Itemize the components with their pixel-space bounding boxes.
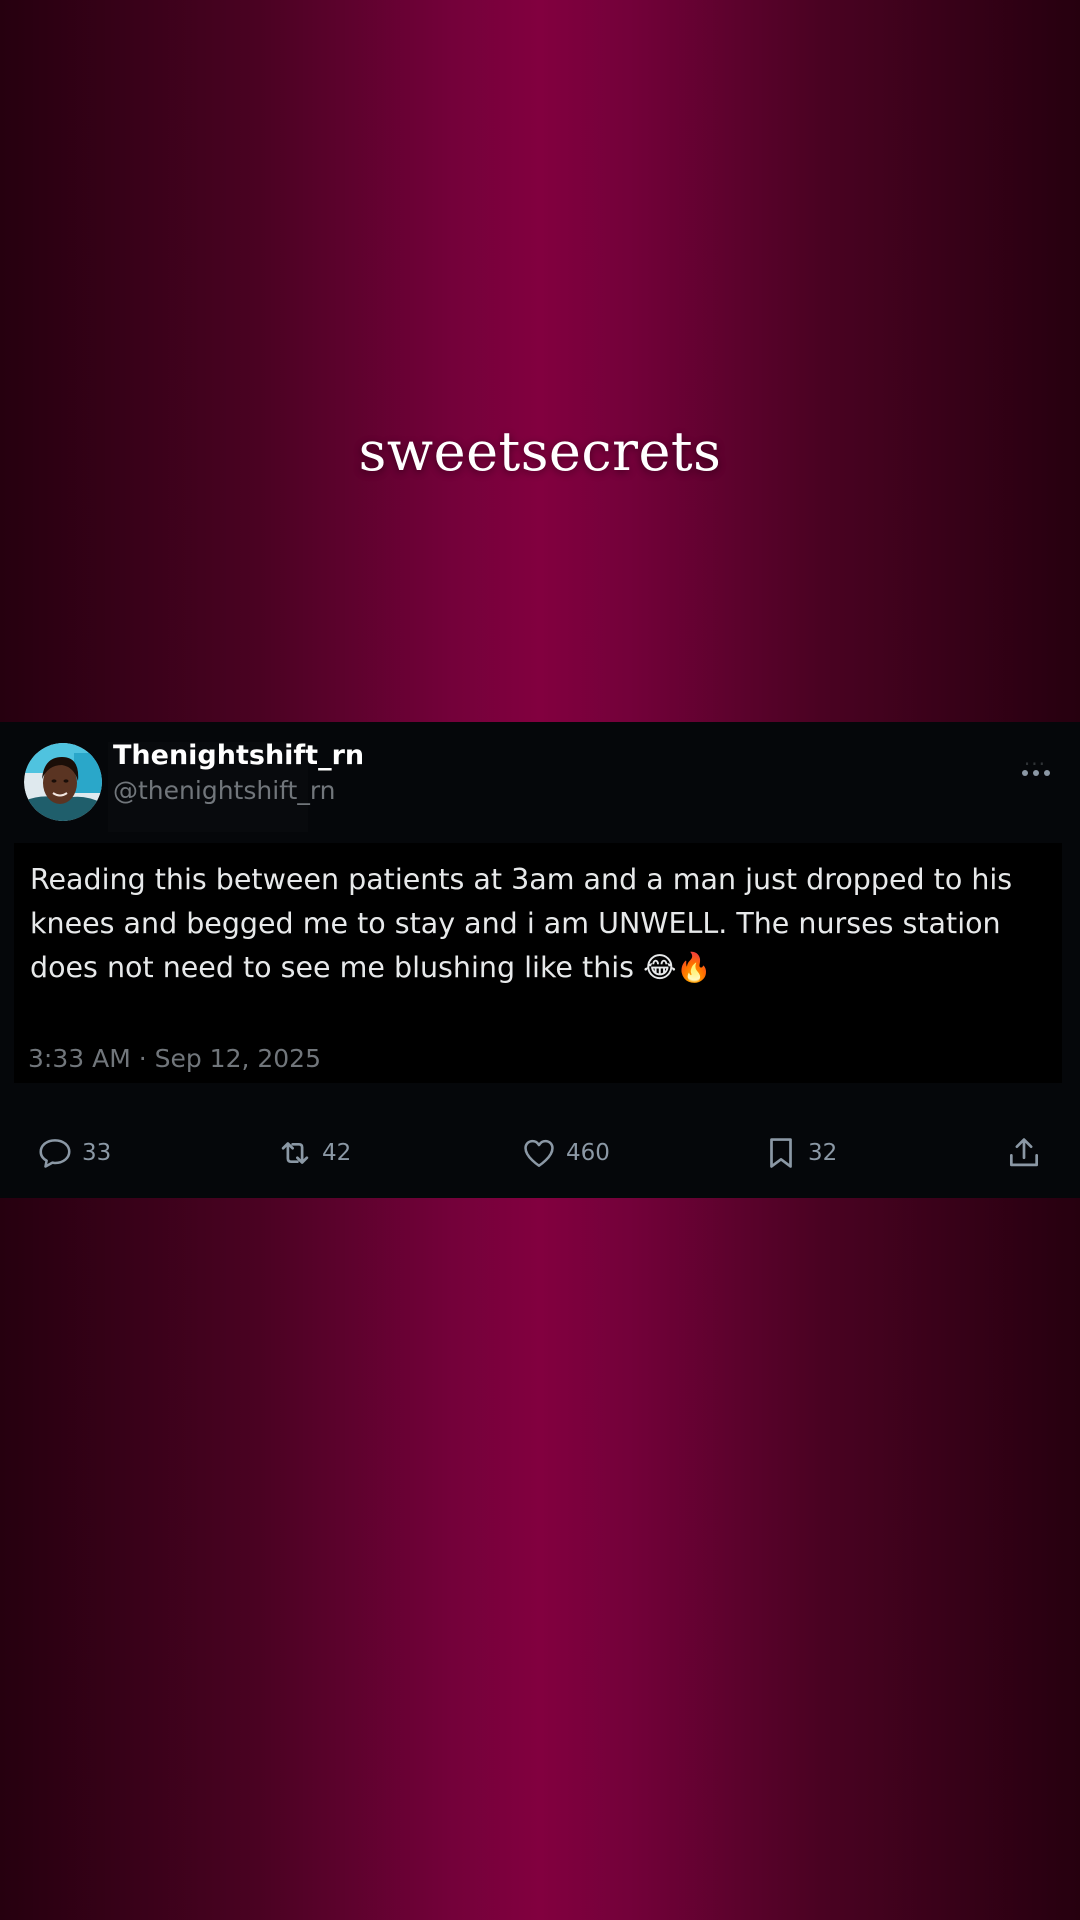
repost-icon (281, 1142, 309, 1164)
like-count: 460 (566, 1140, 610, 1166)
display-name[interactable]: Thenightshift_rn (113, 740, 364, 771)
bookmark-icon (770, 1138, 792, 1168)
bookmark-button[interactable]: 32 (762, 1134, 837, 1172)
share-button[interactable] (1005, 1134, 1043, 1172)
user-handle[interactable]: @thenightshift_rn (113, 776, 336, 805)
reply-button[interactable]: 33 (36, 1134, 111, 1172)
reply-icon (39, 1139, 71, 1168)
post-timestamp[interactable]: 3:33 AM · Sep 12, 2025 (28, 1044, 321, 1073)
bookmark-count: 32 (808, 1140, 838, 1166)
action-bar: 33 42 460 32 (0, 1134, 1080, 1178)
avatar[interactable] (24, 743, 102, 821)
repost-button[interactable]: 42 (276, 1134, 351, 1172)
reply-count: 33 (82, 1140, 112, 1166)
repost-count: 42 (322, 1140, 352, 1166)
heart-icon (524, 1139, 554, 1167)
post-text: Reading this between patients at 3am and… (30, 863, 1013, 984)
avatar-image (24, 743, 102, 821)
brand-title: sweetsecrets (358, 420, 722, 483)
share-icon (1009, 1138, 1039, 1167)
more-horizontal-icon[interactable] (1022, 770, 1050, 776)
like-button[interactable]: 460 (520, 1134, 610, 1172)
